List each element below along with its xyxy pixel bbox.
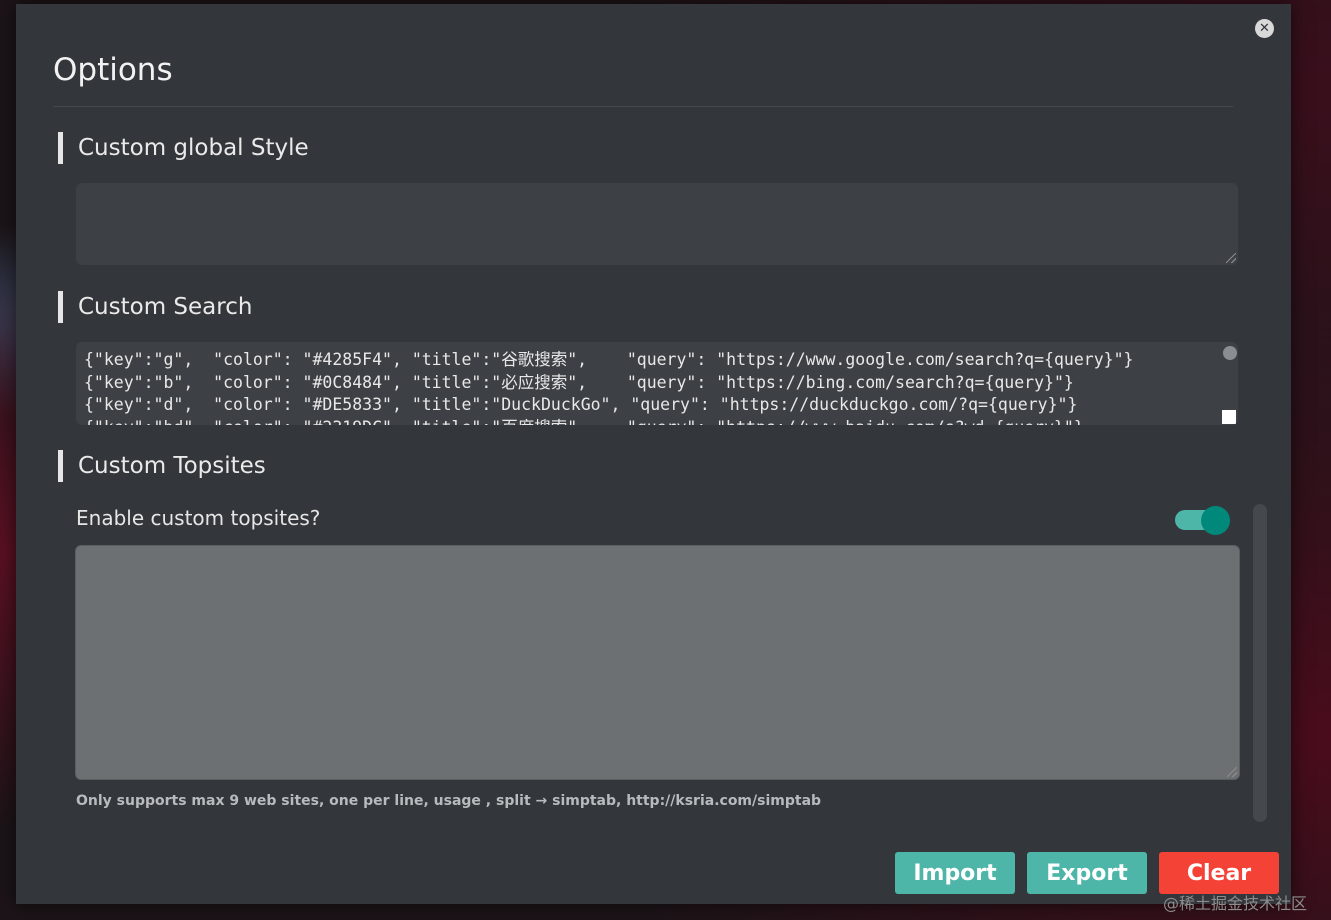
page-title: Options bbox=[53, 52, 173, 88]
section-title-global-style: Custom global Style bbox=[58, 132, 309, 164]
import-button[interactable]: Import bbox=[895, 852, 1015, 894]
dialog-scrollbar[interactable] bbox=[1253, 504, 1267, 822]
topsites-hint: Only supports max 9 web sites, one per l… bbox=[76, 793, 822, 809]
global-style-textarea[interactable] bbox=[76, 183, 1238, 265]
search-line: {"key":"bd", "color": "#2319DC", "title"… bbox=[84, 417, 1208, 426]
search-line: {"key":"b", "color": "#0C8484", "title":… bbox=[84, 372, 1074, 392]
section-title-topsites: Custom Topsites bbox=[58, 450, 266, 482]
section-title-search: Custom Search bbox=[58, 291, 252, 323]
options-dialog: ✕ Options Custom global Style Custom Sea… bbox=[16, 4, 1291, 904]
watermark-text: @稀土掘金技术社区 bbox=[1163, 894, 1308, 913]
resize-grip-icon[interactable] bbox=[1222, 410, 1236, 424]
toggle-knob bbox=[1201, 506, 1230, 535]
clear-button[interactable]: Clear bbox=[1159, 852, 1279, 894]
enable-topsites-toggle[interactable] bbox=[1175, 506, 1231, 535]
resize-grip-icon[interactable] bbox=[1226, 253, 1236, 263]
close-icon[interactable]: ✕ bbox=[1255, 19, 1274, 38]
title-divider bbox=[53, 106, 1233, 107]
custom-search-textarea[interactable]: {"key":"g", "color": "#4285F4", "title":… bbox=[76, 342, 1238, 425]
search-scrollbar-thumb[interactable] bbox=[1223, 346, 1237, 360]
export-button[interactable]: Export bbox=[1027, 852, 1147, 894]
topsites-textarea[interactable] bbox=[75, 545, 1240, 780]
enable-topsites-label: Enable custom topsites? bbox=[76, 506, 321, 530]
search-line: {"key":"d", "color": "#DE5833", "title":… bbox=[84, 395, 1078, 414]
resize-grip-icon[interactable] bbox=[1227, 767, 1237, 777]
search-line: {"key":"g", "color": "#4285F4", "title":… bbox=[84, 350, 1134, 369]
